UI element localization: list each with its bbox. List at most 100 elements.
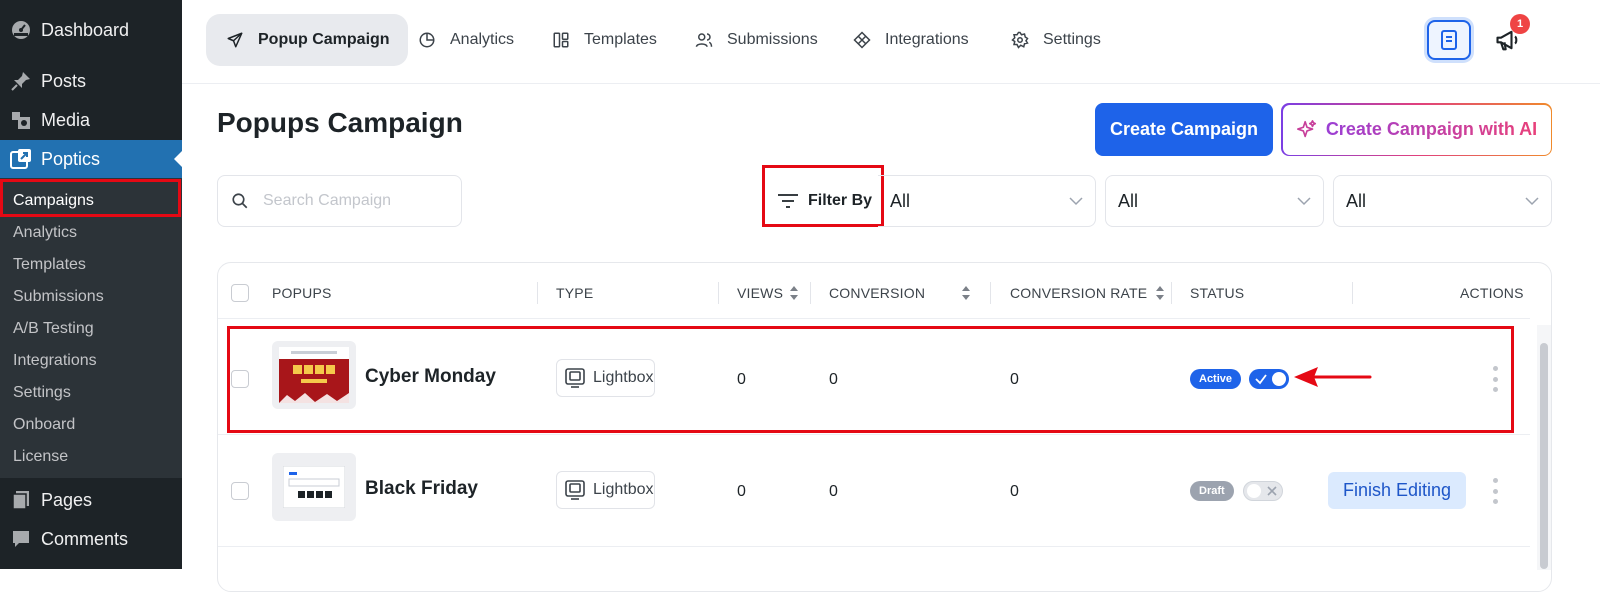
filter-select-1[interactable]: All bbox=[878, 175, 1096, 227]
row-actions-menu[interactable] bbox=[1491, 366, 1499, 392]
wp-menu-dashboard[interactable]: Dashboard bbox=[0, 11, 182, 49]
comments-icon bbox=[10, 528, 32, 550]
select-value: All bbox=[1118, 190, 1139, 211]
submenu-settings[interactable]: Settings bbox=[13, 377, 71, 409]
wp-menu-pages[interactable]: Pages bbox=[0, 481, 182, 519]
filter-select-3[interactable]: All bbox=[1333, 175, 1552, 227]
integrations-icon bbox=[853, 31, 871, 49]
wp-menu-label: Pages bbox=[41, 489, 93, 510]
poptics-icon bbox=[10, 148, 32, 170]
gear-icon bbox=[1011, 31, 1029, 49]
black-friday-preview-image bbox=[283, 466, 345, 508]
campaigns-table bbox=[217, 262, 1552, 592]
wp-menu-comments[interactable]: Comments bbox=[0, 520, 182, 558]
status-toggle[interactable] bbox=[1243, 481, 1283, 501]
sort-icon[interactable] bbox=[961, 285, 971, 301]
cyber-monday-preview-image bbox=[279, 347, 349, 403]
conversion-value: 0 bbox=[829, 483, 838, 500]
row-checkbox[interactable] bbox=[231, 370, 249, 388]
close-icon bbox=[1267, 486, 1277, 496]
pushpin-icon bbox=[10, 70, 32, 92]
search-input[interactable] bbox=[263, 192, 453, 210]
filter-by-button[interactable]: Filter By bbox=[776, 183, 872, 219]
select-value: All bbox=[890, 190, 911, 211]
column-header-conversion-rate[interactable]: CONVERSION RATE bbox=[1010, 285, 1165, 301]
tab-templates[interactable]: Templates bbox=[552, 14, 657, 66]
check-icon bbox=[1255, 374, 1267, 385]
pages-icon bbox=[10, 489, 32, 511]
users-icon bbox=[695, 33, 713, 47]
layout-icon bbox=[553, 32, 569, 48]
tab-popup-campaign[interactable]: Popup Campaign bbox=[206, 14, 408, 66]
submenu-templates[interactable]: Templates bbox=[13, 249, 86, 281]
tab-label: Settings bbox=[1043, 31, 1101, 48]
notification-badge: 1 bbox=[1510, 14, 1530, 34]
table-scrollbar-thumb[interactable] bbox=[1540, 343, 1548, 569]
status-toggle[interactable] bbox=[1249, 369, 1289, 389]
documentation-button[interactable] bbox=[1427, 20, 1471, 60]
create-campaign-ai-button[interactable]: Create Campaign with AI bbox=[1281, 103, 1552, 156]
tab-settings[interactable]: Settings bbox=[1011, 14, 1101, 66]
wp-menu-posts[interactable]: Posts bbox=[0, 62, 182, 100]
column-divider bbox=[718, 282, 719, 304]
tab-analytics[interactable]: Analytics bbox=[418, 14, 514, 66]
column-header-type: TYPE bbox=[556, 285, 594, 301]
dashboard-icon bbox=[10, 19, 32, 41]
filter-select-2[interactable]: All bbox=[1105, 175, 1324, 227]
wp-menu-label: Comments bbox=[41, 528, 129, 549]
column-header-label: CONVERSION RATE bbox=[1010, 285, 1148, 301]
send-icon bbox=[227, 32, 243, 48]
submenu-submissions[interactable]: Submissions bbox=[13, 281, 104, 313]
tab-submissions[interactable]: Submissions bbox=[695, 14, 818, 66]
submenu-integrations[interactable]: Integrations bbox=[13, 345, 97, 377]
tab-label: Submissions bbox=[727, 31, 818, 48]
ai-button-label: Create Campaign with AI bbox=[1325, 119, 1538, 139]
type-pill: Lightbox bbox=[556, 471, 655, 509]
tab-integrations[interactable]: Integrations bbox=[853, 14, 969, 66]
column-header-views[interactable]: VIEWS bbox=[737, 285, 799, 301]
column-header-actions: ACTIONS bbox=[1460, 285, 1524, 301]
tab-label: Templates bbox=[584, 31, 657, 48]
column-divider bbox=[1171, 282, 1172, 304]
pie-chart-icon bbox=[419, 32, 435, 48]
column-header-conversion: CONVERSION bbox=[829, 285, 926, 301]
column-divider bbox=[1352, 282, 1353, 304]
type-pill: Lightbox bbox=[556, 359, 655, 397]
status-badge: Active bbox=[1190, 369, 1242, 389]
popup-thumbnail bbox=[272, 341, 356, 409]
wp-menu-label: Media bbox=[41, 109, 91, 130]
chevron-down-icon bbox=[1297, 197, 1311, 206]
conversion-rate-value: 0 bbox=[1010, 483, 1019, 500]
chevron-down-icon bbox=[1069, 197, 1083, 206]
header-divider bbox=[218, 318, 1530, 319]
search-icon bbox=[232, 193, 248, 209]
column-header-popups: POPUPS bbox=[272, 285, 332, 301]
status-badge: Draft bbox=[1190, 481, 1234, 501]
submenu-license[interactable]: License bbox=[13, 441, 68, 473]
toggle-knob bbox=[1272, 372, 1286, 386]
select-all-checkbox[interactable] bbox=[231, 284, 249, 302]
wp-menu-label: Dashboard bbox=[41, 19, 130, 40]
column-header-label: VIEWS bbox=[737, 285, 784, 301]
popup-thumbnail bbox=[272, 453, 356, 521]
submenu-onboard[interactable]: Onboard bbox=[13, 409, 75, 441]
row-checkbox[interactable] bbox=[231, 482, 249, 500]
row-divider bbox=[218, 546, 1530, 547]
submenu-ab-testing[interactable]: A/B Testing bbox=[13, 313, 94, 345]
wp-menu-media[interactable]: Media bbox=[0, 101, 182, 139]
wp-menu-label: Posts bbox=[41, 70, 87, 91]
submenu-analytics[interactable]: Analytics bbox=[13, 217, 77, 249]
campaign-name[interactable]: Cyber Monday bbox=[365, 366, 496, 388]
red-arrow-annotation bbox=[1294, 367, 1372, 387]
sort-icon bbox=[1156, 286, 1165, 300]
row-actions-menu[interactable] bbox=[1491, 478, 1499, 504]
document-icon bbox=[1441, 30, 1457, 50]
wp-menu-poptics[interactable]: Poptics bbox=[0, 140, 182, 178]
submenu-campaigns[interactable]: Campaigns bbox=[13, 185, 94, 217]
create-campaign-button[interactable]: Create Campaign bbox=[1095, 103, 1273, 156]
column-divider bbox=[537, 282, 538, 304]
views-value: 0 bbox=[737, 371, 746, 388]
finish-editing-button[interactable]: Finish Editing bbox=[1328, 472, 1466, 509]
campaign-name[interactable]: Black Friday bbox=[365, 478, 478, 500]
column-divider bbox=[990, 282, 991, 304]
